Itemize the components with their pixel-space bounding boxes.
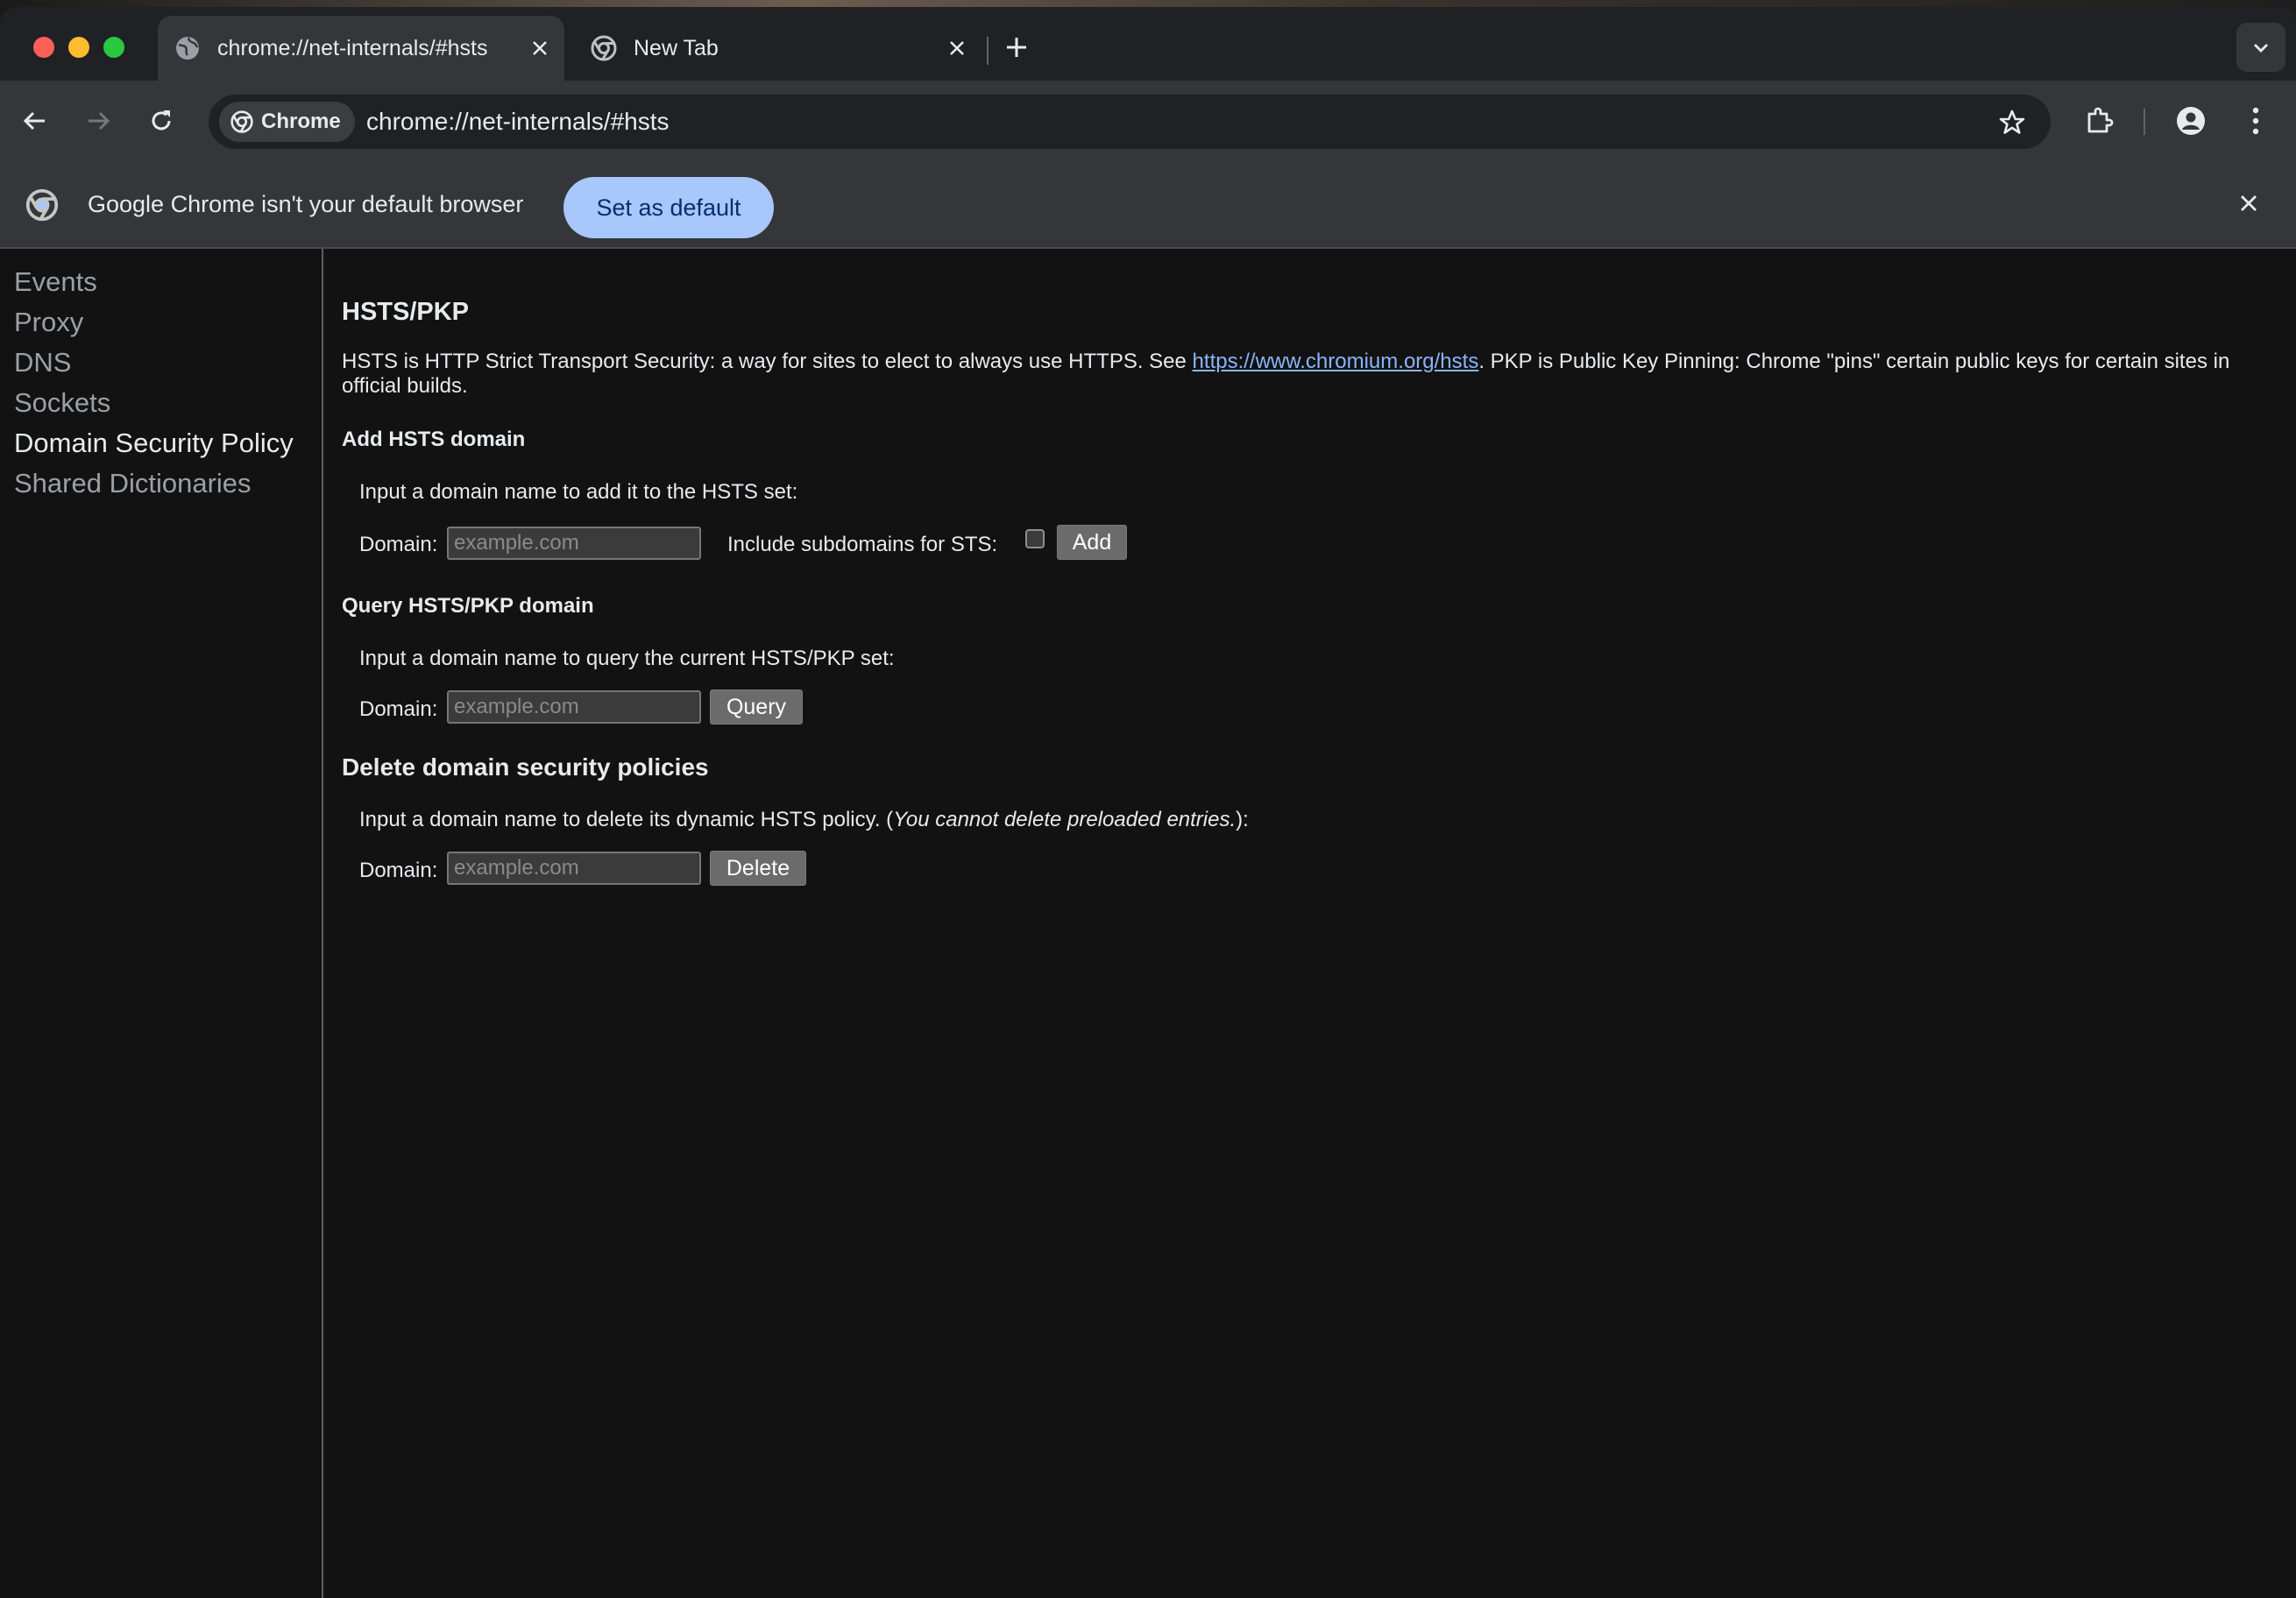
delete-domain-input[interactable]: example.com <box>447 852 701 885</box>
chromium-hsts-link[interactable]: https://www.chromium.org/hsts <box>1193 350 1479 373</box>
sidebar-item-proxy[interactable]: Proxy <box>14 307 83 338</box>
sidebar-item-dns[interactable]: DNS <box>14 347 71 378</box>
delete-domain-label: Domain: <box>359 859 438 882</box>
star-icon <box>1999 110 2025 134</box>
chrome-icon <box>590 34 618 62</box>
globe-icon <box>174 34 202 62</box>
close-window-button[interactable] <box>33 37 54 58</box>
avatar-icon <box>2177 107 2205 135</box>
extensions-button[interactable] <box>2079 100 2121 142</box>
arrow-right-icon <box>89 111 110 131</box>
description-text: HSTS is HTTP Strict Transport Security: … <box>342 350 1193 373</box>
new-tab-button[interactable] <box>999 30 1034 65</box>
chevron-down-icon <box>2254 44 2268 53</box>
add-hsts-instruction: Input a domain name to add it to the HST… <box>359 480 798 504</box>
add-domain-input[interactable]: example.com <box>447 527 701 560</box>
add-domain-label: Domain: <box>359 533 438 556</box>
close-icon <box>2241 195 2257 211</box>
forward-button[interactable] <box>79 102 117 140</box>
chip-label: Chrome <box>261 110 341 133</box>
kebab-menu-icon <box>2252 107 2259 135</box>
include-subdomains-label: Include subdomains for STS: <box>727 533 998 556</box>
sidebar-item-sockets[interactable]: Sockets <box>14 387 110 419</box>
infobar-close-button[interactable] <box>2231 186 2266 221</box>
tab-strip: chrome://net-internals/#hsts New Tab <box>0 7 2296 81</box>
sidebar-item-domain-security-policy[interactable]: Domain Security Policy <box>14 428 294 459</box>
browser-window: chrome://net-internals/#hsts New Tab Chr… <box>0 7 2296 1598</box>
hsts-description: HSTS is HTTP Strict Transport Security: … <box>342 350 2278 399</box>
url-text[interactable]: chrome://net-internals/#hsts <box>366 95 670 149</box>
sidebar-item-shared-dictionaries[interactable]: Shared Dictionaries <box>14 468 252 499</box>
set-as-default-button[interactable]: Set as default <box>563 177 774 238</box>
include-subdomains-checkbox[interactable] <box>1025 529 1045 548</box>
delete-instruction-text: Input a domain name to delete its dynami… <box>359 808 894 831</box>
query-domain-input[interactable]: example.com <box>447 690 701 724</box>
delete-instruction-text: ): <box>1236 808 1249 831</box>
query-button[interactable]: Query <box>710 689 803 725</box>
page-content: Events Proxy DNS Sockets Domain Security… <box>0 249 2296 1598</box>
toolbar: Chrome chrome://net-internals/#hsts <box>0 81 2296 161</box>
tab-title: New Tab <box>634 35 719 60</box>
add-button[interactable]: Add <box>1057 525 1127 560</box>
site-info-chip[interactable]: Chrome <box>219 102 355 142</box>
bookmark-button[interactable] <box>1993 103 2031 142</box>
tab-new-tab[interactable]: New Tab <box>574 16 981 81</box>
query-instruction: Input a domain name to query the current… <box>359 647 895 670</box>
menu-button[interactable] <box>2235 100 2277 142</box>
toolbar-separator <box>2144 109 2145 135</box>
address-bar[interactable]: Chrome chrome://net-internals/#hsts <box>209 95 2051 149</box>
plus-icon <box>1007 38 1026 57</box>
reload-button[interactable] <box>142 102 181 140</box>
query-domain-label: Domain: <box>359 697 438 721</box>
delete-instruction-note: You cannot delete preloaded entries. <box>893 808 1237 831</box>
maximize-window-button[interactable] <box>103 37 124 58</box>
default-browser-infobar: Google Chrome isn't your default browser… <box>0 161 2296 249</box>
tab-search-button[interactable] <box>2236 23 2285 72</box>
query-heading: Query HSTS/PKP domain <box>342 594 594 618</box>
arrow-left-icon <box>23 111 45 131</box>
tab-separator <box>987 37 989 65</box>
delete-button[interactable]: Delete <box>710 851 806 886</box>
back-button[interactable] <box>16 102 54 140</box>
sidebar: Events Proxy DNS Sockets Domain Security… <box>0 249 323 1598</box>
delete-instruction: Input a domain name to delete its dynami… <box>359 808 1249 832</box>
reload-icon <box>152 110 171 131</box>
chrome-icon <box>230 110 253 133</box>
tab-title: chrome://net-internals/#hsts <box>217 35 488 60</box>
delete-heading: Delete domain security policies <box>342 753 709 781</box>
tab-close-icon[interactable] <box>939 31 974 66</box>
sidebar-item-events[interactable]: Events <box>14 266 97 298</box>
puzzle-piece-icon <box>2087 107 2114 133</box>
tab-net-internals[interactable]: chrome://net-internals/#hsts <box>158 16 564 81</box>
page-title: HSTS/PKP <box>342 298 470 326</box>
chrome-logo-icon <box>25 187 60 227</box>
minimize-window-button[interactable] <box>68 37 89 58</box>
profile-button[interactable] <box>2170 100 2212 142</box>
add-hsts-heading: Add HSTS domain <box>342 428 526 451</box>
infobar-message: Google Chrome isn't your default browser <box>88 191 524 217</box>
tab-close-icon[interactable] <box>522 31 557 66</box>
